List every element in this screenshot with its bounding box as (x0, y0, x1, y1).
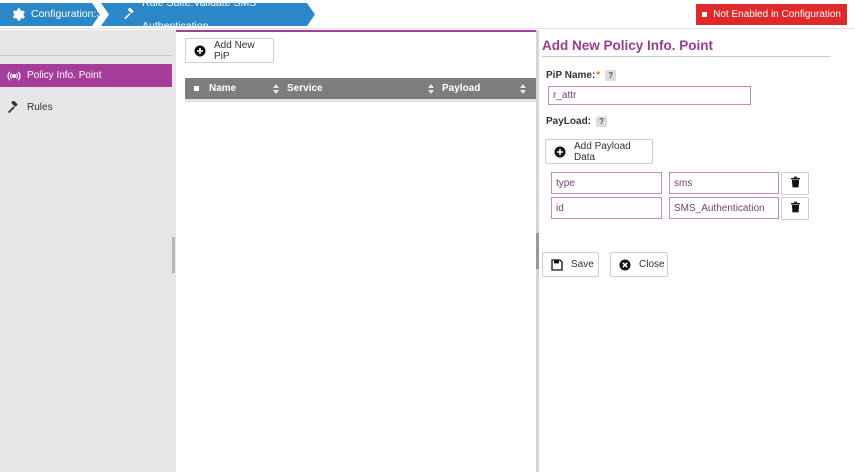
required-marker: * (596, 70, 601, 81)
close-button[interactable]: Close (610, 252, 668, 277)
sidebar-item-rules[interactable]: Rules (0, 96, 172, 119)
title-divider (542, 56, 831, 57)
pip-name-input[interactable] (548, 86, 751, 105)
trash-icon (790, 201, 801, 216)
sort-icon[interactable] (520, 84, 526, 94)
payload-key-input[interactable] (551, 172, 662, 194)
breadcrumb-configuration-label: Configuration:3 (31, 8, 103, 20)
top-bar: Configuration:3 Rule Suite:Validate SMS … (0, 0, 855, 29)
payload-value-input[interactable] (669, 197, 779, 219)
sidebar-divider (0, 55, 172, 56)
sidebar: Policy Info. Point Rules (0, 30, 176, 472)
trash-icon (790, 176, 801, 191)
sidebar-item-policy-info-point[interactable]: Policy Info. Point (0, 64, 172, 87)
status-badge-label: Not Enabled in Configuration (713, 9, 841, 20)
breadcrumb-rule-suite[interactable]: Rule Suite:Validate SMS Authentication (101, 3, 315, 26)
sidebar-item-label: Policy Info. Point (27, 70, 102, 81)
add-new-pip-label: Add New PiP (214, 39, 255, 62)
pip-list-panel: Add New PiP Name Service Payload (176, 30, 536, 472)
gavel-icon (7, 100, 21, 115)
status-badge: Not Enabled in Configuration (696, 4, 847, 25)
gavel-icon (123, 8, 136, 21)
payload-label-row: PayLoad: ? (546, 116, 608, 127)
help-icon[interactable]: ? (596, 116, 608, 127)
add-payload-data-label: Add Payload Data (574, 140, 631, 163)
broadcast-icon (7, 69, 21, 83)
sort-icon[interactable] (273, 84, 279, 94)
save-button[interactable]: Save (542, 252, 599, 277)
delete-payload-button[interactable] (781, 197, 809, 220)
sidebar-item-label: Rules (27, 102, 53, 113)
payload-key-input[interactable] (551, 197, 662, 219)
delete-payload-button[interactable] (781, 172, 809, 195)
select-all-icon[interactable] (194, 86, 199, 91)
plus-circle-icon (194, 45, 206, 57)
plus-circle-icon (554, 146, 566, 158)
pip-name-label-row: PiP Name: * ? (546, 70, 617, 81)
close-label: Close (639, 259, 665, 270)
form-title: Add New Policy Info. Point (542, 38, 714, 53)
pip-table-body-edge (185, 99, 536, 102)
status-dot-icon (702, 12, 708, 17)
add-payload-data-button[interactable]: Add Payload Data (545, 139, 653, 164)
gear-icon (12, 8, 25, 21)
sidebar-resize-handle[interactable] (172, 237, 175, 273)
help-icon[interactable]: ? (605, 70, 617, 81)
sort-icon[interactable] (428, 84, 434, 94)
pip-form-panel: Add New Policy Info. Point PiP Name: * ?… (539, 30, 855, 472)
payload-value-input[interactable] (669, 172, 779, 194)
save-label: Save (571, 259, 594, 270)
breadcrumb-configuration[interactable]: Configuration:3 (0, 3, 100, 26)
panel-accent-line (176, 30, 536, 32)
floppy-disk-icon (551, 258, 563, 271)
add-new-pip-button[interactable]: Add New PiP (185, 38, 274, 63)
close-circle-icon (619, 259, 631, 271)
pip-name-label: PiP Name: (546, 70, 596, 81)
column-header-payload[interactable]: Payload (442, 78, 480, 99)
pip-table-header: Name Service Payload (185, 78, 536, 99)
column-header-name[interactable]: Name (209, 78, 236, 99)
column-header-service[interactable]: Service (287, 78, 323, 99)
payload-label: PayLoad: (546, 116, 592, 127)
